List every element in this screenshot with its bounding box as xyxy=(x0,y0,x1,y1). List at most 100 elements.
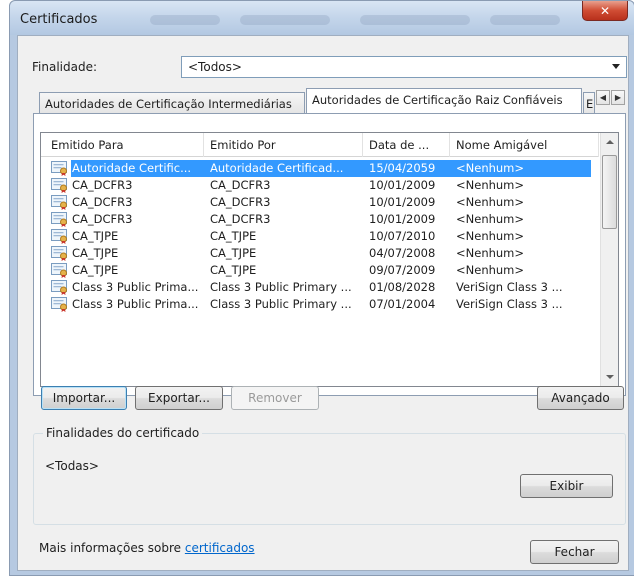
certificate-icon xyxy=(51,212,69,227)
cell-date: 07/01/2004 xyxy=(369,297,436,311)
certificate-purposes-value: <Todas> xyxy=(45,459,99,473)
list-vertical-scrollbar[interactable] xyxy=(600,133,618,386)
chevron-down-icon xyxy=(612,64,620,69)
window-title: Certificados xyxy=(20,12,98,27)
table-row[interactable]: CA_TJPE CA_TJPE 09/07/2009 <Nenhum> xyxy=(41,262,599,279)
cell-issued-to: Class 3 Public Prima... xyxy=(72,297,199,311)
close-button-label: Fechar xyxy=(554,545,595,559)
close-window-button[interactable]: ✕ xyxy=(582,1,628,21)
tab-label: Autoridades de Certificação Intermediári… xyxy=(45,97,292,111)
export-button-label: Exportar... xyxy=(148,391,210,405)
cell-issued-to: CA_TJPE xyxy=(72,246,119,260)
cell-issued-by: CA_TJPE xyxy=(210,229,257,243)
cell-date: 10/01/2009 xyxy=(369,195,436,209)
table-row[interactable]: Class 3 Public Prima... Class 3 Public Pr… xyxy=(41,296,599,313)
column-expiration-date[interactable]: Data de ... xyxy=(363,133,450,157)
cell-friendly: <Nenhum> xyxy=(456,212,525,226)
purpose-select[interactable]: <Todos> xyxy=(181,56,627,78)
cell-issued-to: CA_TJPE xyxy=(72,263,119,277)
column-issued-to[interactable]: Emitido Para xyxy=(41,133,204,157)
certificate-icon xyxy=(51,178,69,193)
cell-issued-by: Autoridade Certificad... xyxy=(210,161,344,175)
certificate-icon xyxy=(51,297,69,312)
column-friendly-name[interactable]: Nome Amigável xyxy=(450,133,599,157)
table-row[interactable]: CA_DCFR3 CA_DCFR3 10/01/2009 <Nenhum> xyxy=(41,177,599,194)
advanced-button-label: Avançado xyxy=(551,391,610,405)
background-title-blur xyxy=(240,15,330,25)
certificates-link[interactable]: certificados xyxy=(185,541,255,555)
scroll-down-icon[interactable] xyxy=(606,375,614,379)
list-header: Emitido Para Emitido Por Data de ... Nom… xyxy=(41,133,599,157)
tab-truncated[interactable]: E xyxy=(583,92,595,114)
tab-label: Autoridades de Certificação Raiz Confiáv… xyxy=(312,93,563,107)
cell-friendly: <Nenhum> xyxy=(456,246,525,260)
dialog-client-area: Finalidade: <Todos> Autoridades de Certi… xyxy=(17,35,629,571)
cell-issued-by: CA_DCFR3 xyxy=(210,195,271,209)
view-button-label: Exibir xyxy=(549,479,584,493)
cell-date: 10/07/2010 xyxy=(369,229,436,243)
table-row[interactable]: Autoridade Certific... Autoridade Certifi… xyxy=(41,160,599,177)
remove-button[interactable]: Remover xyxy=(231,386,319,410)
cell-friendly: VeriSign Class 3 ... xyxy=(456,280,563,294)
cell-friendly: <Nenhum> xyxy=(456,178,525,192)
cell-issued-by: CA_DCFR3 xyxy=(210,212,271,226)
cell-date: 04/07/2008 xyxy=(369,246,436,260)
cell-date: 15/04/2059 xyxy=(369,161,436,175)
cell-issued-by: Class 3 Public Primary ... xyxy=(210,280,352,294)
view-button[interactable]: Exibir xyxy=(520,474,613,498)
purpose-label: Finalidade: xyxy=(32,60,98,74)
cell-issued-by: CA_TJPE xyxy=(210,246,257,260)
cell-issued-to: CA_DCFR3 xyxy=(72,195,133,209)
remove-button-label: Remover xyxy=(248,391,302,405)
export-button[interactable]: Exportar... xyxy=(135,386,223,410)
close-button[interactable]: Fechar xyxy=(530,540,619,564)
scrollbar-thumb[interactable] xyxy=(602,155,617,229)
tab-trusted-root-authorities[interactable]: Autoridades de Certificação Raiz Confiáv… xyxy=(306,88,582,113)
table-row[interactable]: CA_DCFR3 CA_DCFR3 10/01/2009 <Nenhum> xyxy=(41,194,599,211)
cell-issued-to: Class 3 Public Prima... xyxy=(72,280,199,294)
certificate-icon xyxy=(51,263,69,278)
more-info-prefix: Mais informações sobre xyxy=(39,541,185,555)
scroll-up-icon[interactable] xyxy=(606,140,614,144)
cell-date: 10/01/2009 xyxy=(369,212,436,226)
cell-friendly: <Nenhum> xyxy=(456,263,525,277)
table-row[interactable]: CA_TJPE CA_TJPE 04/07/2008 <Nenhum> xyxy=(41,245,599,262)
certificate-icon xyxy=(51,195,69,210)
cell-issued-by: Class 3 Public Primary ... xyxy=(210,297,352,311)
table-row[interactable]: Class 3 Public Prima... Class 3 Public Pr… xyxy=(41,279,599,296)
certificate-icon xyxy=(51,280,69,295)
import-button[interactable]: Importar... xyxy=(41,386,127,410)
table-row[interactable]: CA_DCFR3 CA_DCFR3 10/01/2009 <Nenhum> xyxy=(41,211,599,228)
certificate-purposes-title: Finalidades do certificado xyxy=(43,426,203,440)
background-title-blur xyxy=(150,15,220,25)
certificate-icon xyxy=(51,246,69,261)
tab-intermediate-authorities[interactable]: Autoridades de Certificação Intermediári… xyxy=(39,92,305,114)
certificates-window: Certificados ✕ Finalidade: <Todos> Autor… xyxy=(9,0,634,576)
cell-issued-to: CA_DCFR3 xyxy=(72,212,133,226)
cell-friendly: <Nenhum> xyxy=(456,229,525,243)
certificates-list[interactable]: Emitido Para Emitido Por Data de ... Nom… xyxy=(40,132,619,387)
title-bar: Certificados ✕ xyxy=(10,1,634,35)
cell-friendly: VeriSign Class 3 ... xyxy=(456,297,563,311)
table-row[interactable]: CA_TJPE CA_TJPE 10/07/2010 <Nenhum> xyxy=(41,228,599,245)
cell-issued-to: CA_TJPE xyxy=(72,229,119,243)
more-info-text: Mais informações sobre certificados xyxy=(39,541,255,555)
tab-label: E xyxy=(586,97,594,111)
import-button-label: Importar... xyxy=(52,391,116,405)
close-icon: ✕ xyxy=(599,3,611,18)
background-title-blur xyxy=(490,15,560,25)
tab-scroll-right-button[interactable]: ▶ xyxy=(611,90,625,105)
cell-date: 09/07/2009 xyxy=(369,263,436,277)
cell-friendly: <Nenhum> xyxy=(456,195,525,209)
cell-issued-by: CA_TJPE xyxy=(210,263,257,277)
cell-date: 01/08/2028 xyxy=(369,280,436,294)
cell-friendly: <Nenhum> xyxy=(456,161,525,175)
column-issued-by[interactable]: Emitido Por xyxy=(204,133,363,157)
cell-issued-by: CA_DCFR3 xyxy=(210,178,271,192)
background-title-blur xyxy=(360,15,470,25)
advanced-button[interactable]: Avançado xyxy=(537,386,624,410)
cell-date: 10/01/2009 xyxy=(369,178,436,192)
certificate-icon xyxy=(51,229,69,244)
purpose-select-value: <Todos> xyxy=(188,60,242,74)
tab-scroll-left-button[interactable]: ◀ xyxy=(596,90,610,105)
